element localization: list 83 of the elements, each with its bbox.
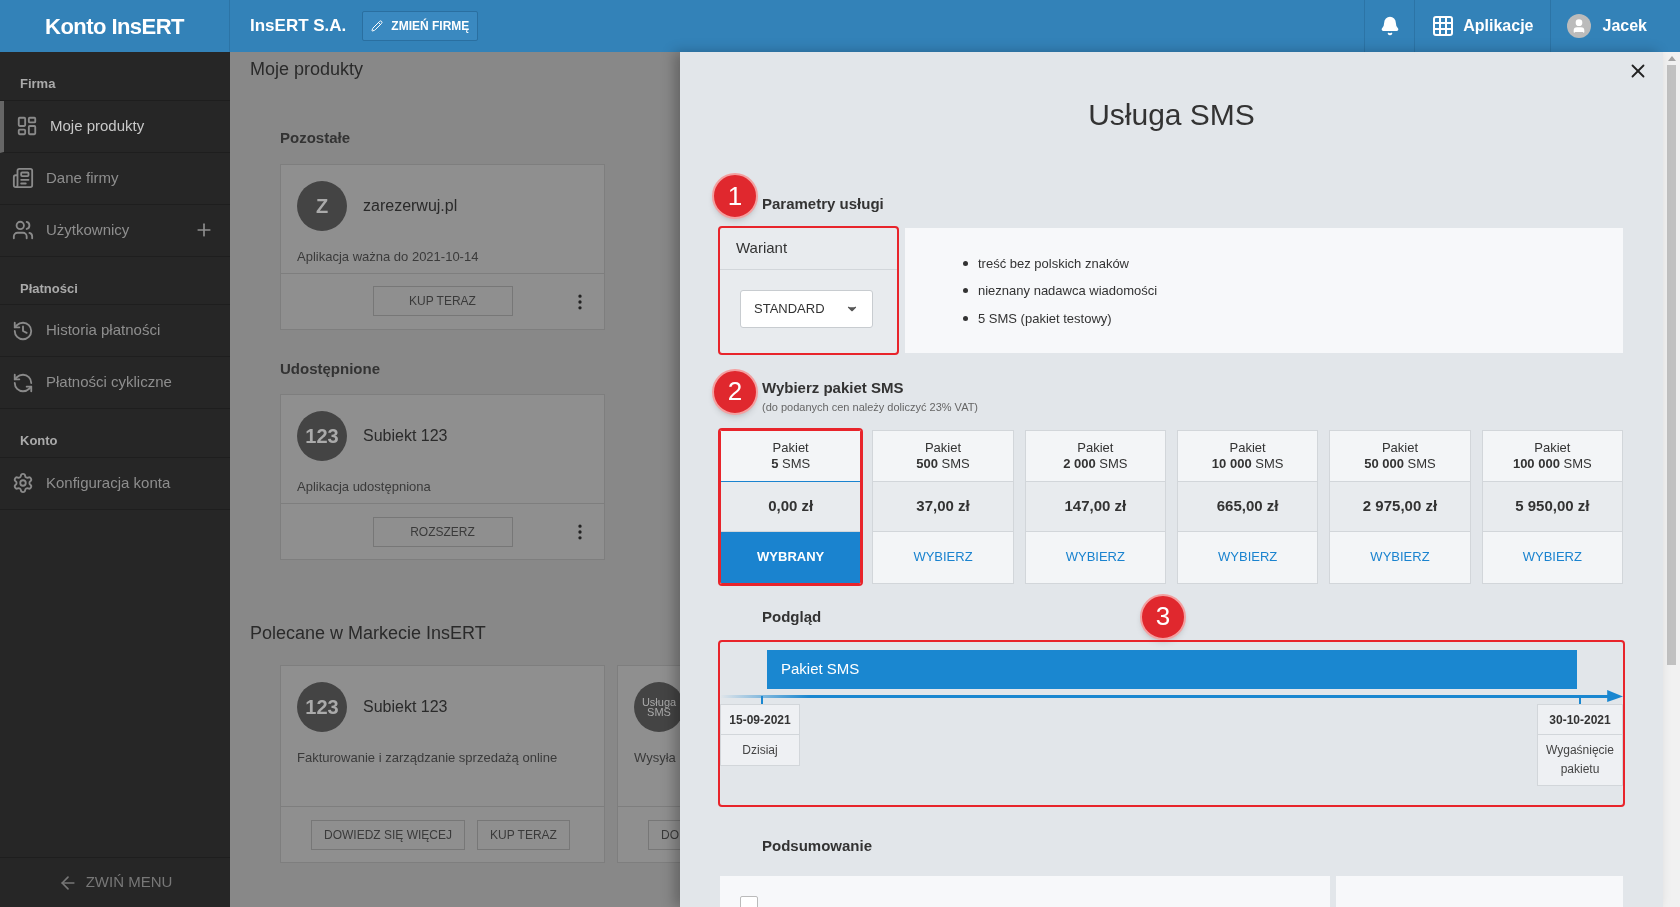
select-package-button[interactable]: WYBIERZ <box>1330 531 1470 583</box>
date-text: 15-09-2021 <box>721 705 799 735</box>
users-icon <box>12 219 34 241</box>
section-heading: Parametry usługi <box>762 194 885 214</box>
date-text: 30-10-2021 <box>1538 705 1622 735</box>
product-description: Wysyła <box>634 749 677 767</box>
panel-title: Usługa SMS <box>1087 97 1256 133</box>
product-button[interactable]: KUP TERAZ <box>477 819 570 850</box>
product-name: Subiekt 123 <box>363 426 448 446</box>
package-name: Pakiet 50 000 SMS <box>1330 430 1470 482</box>
section-heading: Podsumowanie <box>762 836 874 856</box>
group-title: Pozostałe <box>280 128 352 148</box>
package-card[interactable]: Pakiet 5 SMS 0,00 zł WYBRANY <box>720 429 862 584</box>
tick-icon <box>761 696 763 704</box>
group-title: Udostępnione <box>280 358 381 379</box>
history-icon <box>12 319 34 342</box>
product-button[interactable]: ROZSZERZ <box>372 516 513 547</box>
annotation-marker: 1 <box>712 173 758 219</box>
bullet-icon <box>963 315 968 321</box>
product-avatar: 123 <box>297 682 347 732</box>
bullet-icon <box>963 288 968 294</box>
settings-icon <box>12 472 34 494</box>
product-avatar: 123 <box>297 411 347 461</box>
product-name: zarezerwuj.pl <box>363 195 458 216</box>
bell-icon <box>1379 16 1400 36</box>
scrollbar-thumb[interactable] <box>1667 65 1676 665</box>
refresh-icon <box>12 371 34 394</box>
select-package-button[interactable]: WYBIERZ <box>1482 531 1622 583</box>
annotation-marker: 2 <box>712 368 758 415</box>
date-label: Dzisiaj <box>741 742 779 759</box>
section-heading: Podgląd <box>762 606 822 627</box>
pencil-icon <box>371 20 384 32</box>
select-package-button[interactable]: WYBIERZ <box>873 531 1013 583</box>
company-name: InsERT S.A. <box>250 15 347 38</box>
package-name: Pakiet 500 SMS <box>873 430 1013 482</box>
grid-icon <box>1431 14 1456 38</box>
product-avatar: Usługa SMS <box>634 682 680 732</box>
user-avatar-icon <box>1566 14 1591 38</box>
bullet-icon <box>963 260 968 266</box>
collapse-menu-button[interactable]: ZWIŃ MENU <box>57 871 173 894</box>
brand-logo[interactable]: Konto InsERT <box>45 9 184 43</box>
select-package-button[interactable]: WYBIERZ <box>1025 531 1165 583</box>
document-icon <box>12 167 34 189</box>
package-card[interactable]: Pakiet 2 000 SMS 147,00 zł WYBIERZ <box>1024 429 1166 584</box>
package-card[interactable]: Pakiet 10 000 SMS 665,00 zł WYBIERZ <box>1177 429 1319 584</box>
feature-text: 5 SMS (pakiet testowy) <box>978 309 1112 328</box>
product-description: Fakturowanie i zarządzanie sprzedażą online <box>297 749 559 767</box>
variant-label: Wariant <box>720 227 897 270</box>
product-description: Aplikacja udostępniona <box>297 478 432 496</box>
dashboard-icon <box>16 115 38 137</box>
package-price: 2 975,00 zł <box>1330 481 1470 532</box>
package-name: Pakiet 2 000 SMS <box>1025 430 1165 482</box>
product-description: Aplikacja ważna do 2021-10-14 <box>297 247 480 266</box>
package-name: Pakiet 5 SMS <box>721 430 861 482</box>
package-card[interactable]: Pakiet 50 000 SMS 2 975,00 zł WYBIERZ <box>1329 429 1471 584</box>
package-price: 0,00 zł <box>721 481 861 532</box>
package-price: 665,00 zł <box>1178 481 1318 532</box>
section-heading: Wybierz pakiet SMS <box>762 377 905 398</box>
package-name: Pakiet 10 000 SMS <box>1178 430 1318 482</box>
price-note: (do podanych cen należy doliczyć 23% VAT) <box>762 400 980 415</box>
feature-text: treść bez polskich znaków <box>978 254 1129 273</box>
package-card[interactable]: Pakiet 100 000 SMS 5 950,00 zł WYBIERZ <box>1481 429 1623 584</box>
package-name: Pakiet 100 000 SMS <box>1482 430 1622 482</box>
select-package-button[interactable]: WYBRANY <box>721 531 861 583</box>
product-button[interactable]: DO <box>648 819 680 850</box>
variant-dropdown[interactable]: STANDARD <box>740 289 873 328</box>
product-avatar: Z <box>297 180 347 231</box>
change-company-button[interactable]: ZMIEŃ FIRMĘ <box>362 11 479 41</box>
annotation-marker: 3 <box>1140 593 1186 640</box>
select-package-button[interactable]: WYBIERZ <box>1178 531 1318 583</box>
product-button[interactable]: DOWIEDZ SIĘ WIĘCEJ <box>311 819 465 850</box>
package-card[interactable]: Pakiet 500 SMS 37,00 zł WYBIERZ <box>872 429 1014 584</box>
package-price: 37,00 zł <box>873 481 1013 532</box>
page-title: Moje produkty <box>250 58 365 81</box>
product-name: Subiekt 123 <box>363 697 448 717</box>
section-title: Polecane w Markecie InsERT <box>250 622 487 645</box>
package-bar: Pakiet SMS <box>767 650 1577 689</box>
package-price: 5 950,00 zł <box>1482 481 1622 532</box>
feature-text: nieznany nadawca wiadomości <box>978 282 1158 300</box>
tick-icon <box>1579 696 1581 704</box>
product-button[interactable]: KUP TERAZ <box>372 286 513 316</box>
date-label: Wygaśnięcie pakietu <box>1545 742 1615 778</box>
package-price: 147,00 zł <box>1025 481 1165 532</box>
